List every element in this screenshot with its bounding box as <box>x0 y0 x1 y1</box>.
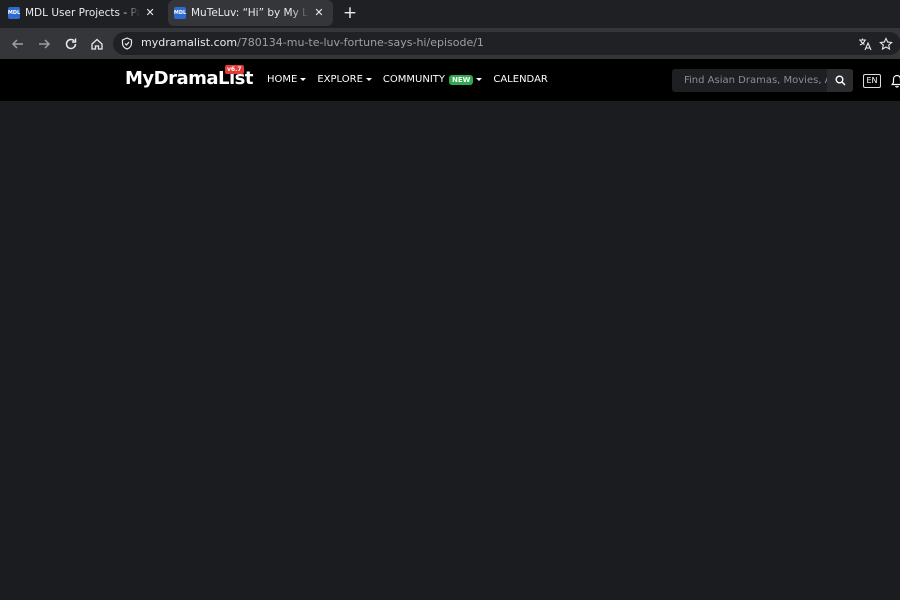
close-tab-icon[interactable]: ✕ <box>144 7 156 19</box>
tab-mdl-user-projects[interactable]: MDL MDL User Projects - Page 4 ✕ <box>2 0 162 26</box>
language-button[interactable]: EN <box>863 74 881 88</box>
address-bar[interactable]: mydramalist.com/780134-mu-te-luv-fortune… <box>113 32 900 55</box>
browser-toolbar: mydramalist.com/780134-mu-te-luv-fortune… <box>0 28 900 59</box>
search-input[interactable] <box>672 69 827 92</box>
nav-calendar-label: CALENDAR <box>493 74 548 85</box>
main-nav: HOME EXPLORE COMMUNITY NEW CALENDAR <box>267 74 559 85</box>
mydramalist-logo[interactable]: MyDramaList v6.7 <box>125 65 253 92</box>
site-info-icon[interactable] <box>121 37 133 50</box>
caret-down-icon <box>300 78 307 81</box>
reload-icon[interactable] <box>60 33 82 55</box>
url-path: /780134-mu-te-luv-fortune-says-hi/episod… <box>237 36 484 49</box>
tab-title: MuTeLuv: “Hi” by My Luck E <box>191 7 309 19</box>
tab-title: MDL User Projects - Page 4 <box>25 7 141 19</box>
back-icon[interactable] <box>7 33 29 55</box>
nav-explore[interactable]: EXPLORE <box>317 74 372 85</box>
nav-calendar[interactable]: CALENDAR <box>493 74 548 85</box>
close-tab-icon[interactable]: ✕ <box>313 7 325 19</box>
mdl-favicon-icon: MDL <box>8 7 20 19</box>
search-icon <box>835 75 846 86</box>
new-badge: NEW <box>448 74 474 85</box>
site-header: MyDramaList v6.7 HOME EXPLORE COMMUNITY … <box>0 59 900 101</box>
url-domain: mydramalist.com <box>141 36 238 49</box>
translate-icon[interactable] <box>857 36 873 52</box>
caret-down-icon <box>476 78 483 81</box>
nav-community-label: COMMUNITY <box>382 74 445 85</box>
url-text: mydramalist.com/780134-mu-te-luv-fortune… <box>141 36 484 49</box>
browser-tab-strip: MDL MDL User Projects - Page 4 ✕ MDL MuT… <box>0 0 900 28</box>
forward-icon[interactable] <box>33 33 55 55</box>
site-search <box>672 69 853 92</box>
home-icon[interactable] <box>86 33 108 55</box>
caret-down-icon <box>365 78 372 81</box>
bookmark-star-icon[interactable] <box>878 36 894 52</box>
tab-muteluv-episode[interactable]: MDL MuTeLuv: “Hi” by My Luck E ✕ <box>168 0 333 26</box>
nav-home[interactable]: HOME <box>267 74 307 85</box>
bell-icon[interactable] <box>891 74 900 88</box>
new-tab-button[interactable]: + <box>340 3 360 23</box>
search-button[interactable] <box>827 69 853 92</box>
version-badge: v6.7 <box>225 65 244 74</box>
nav-explore-label: EXPLORE <box>317 74 363 85</box>
mdl-favicon-icon: MDL <box>174 7 186 19</box>
nav-home-label: HOME <box>267 74 298 85</box>
nav-community[interactable]: COMMUNITY NEW <box>382 74 483 85</box>
page-content-area <box>0 101 900 600</box>
